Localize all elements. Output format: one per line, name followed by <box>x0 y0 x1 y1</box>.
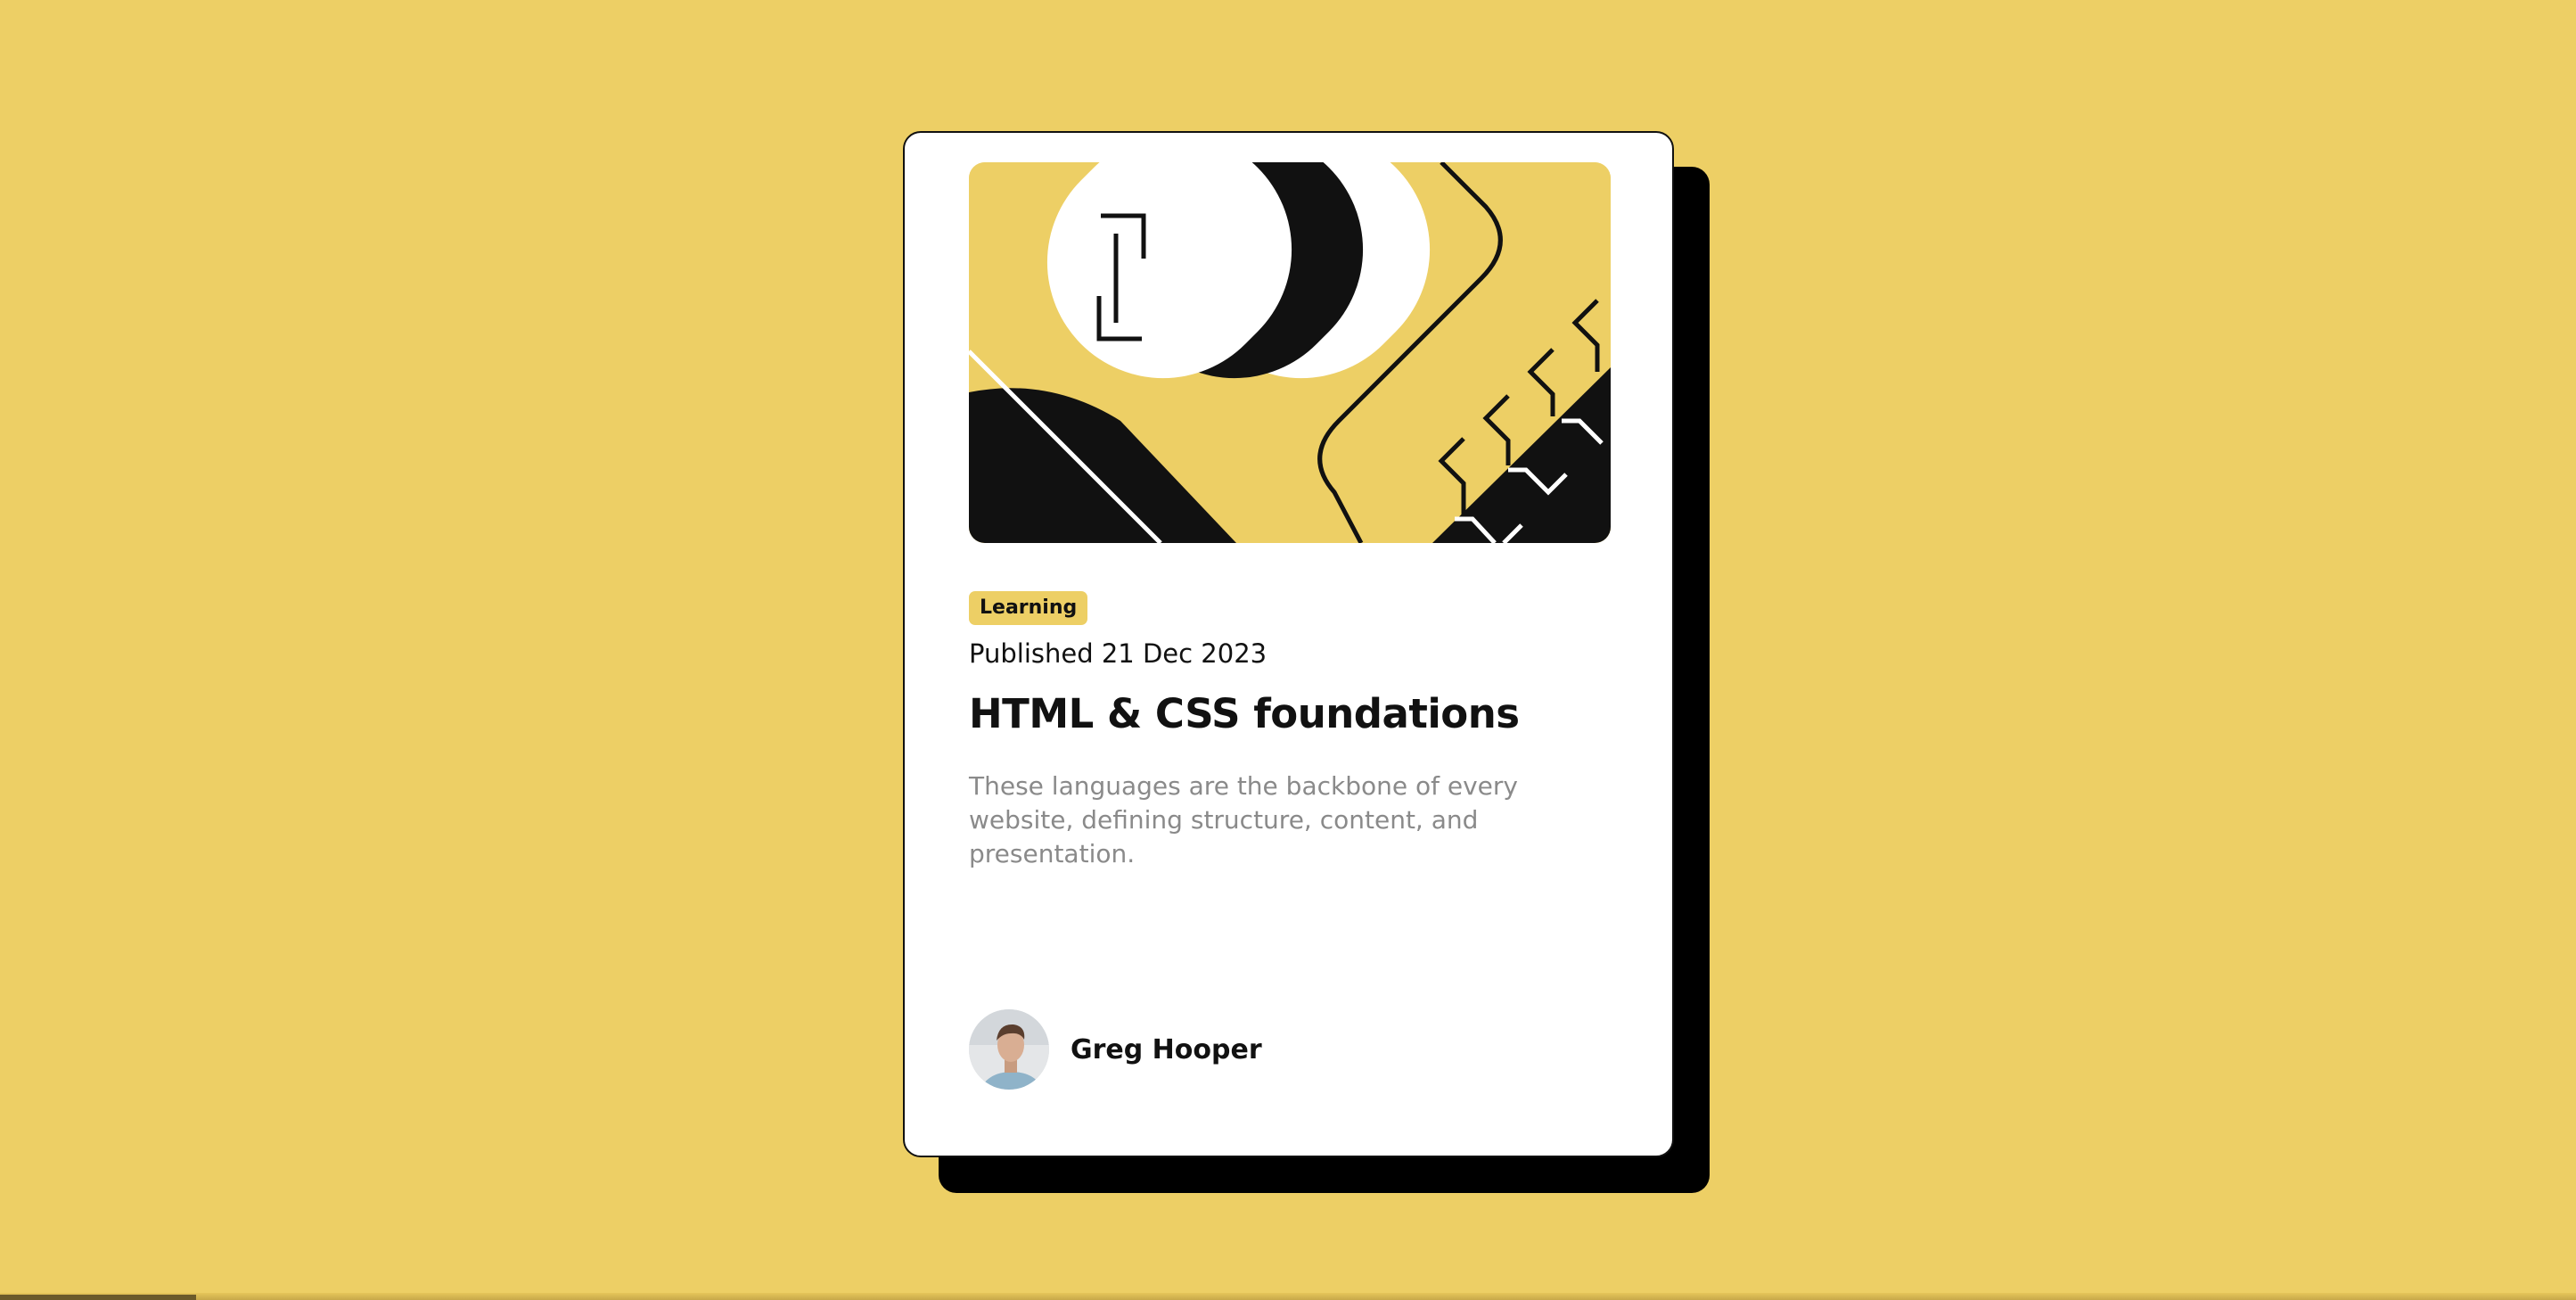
page-bottom-edge <box>0 1293 2576 1300</box>
author-avatar <box>969 1009 1049 1090</box>
article-illustration <box>969 162 1611 543</box>
author: Greg Hooper <box>969 1008 1262 1090</box>
page-bottom-edge-left <box>0 1295 196 1300</box>
category-tag: Learning <box>969 591 1088 625</box>
blog-preview-card[interactable]: Learning Published 21 Dec 2023 HTML & CS… <box>903 131 1674 1157</box>
published-date: Published 21 Dec 2023 <box>969 638 1267 669</box>
author-name[interactable]: Greg Hooper <box>1071 1034 1262 1066</box>
article-description: These languages are the backbone of ever… <box>969 771 1518 868</box>
article-title[interactable]: HTML & CSS foundations <box>969 687 1520 741</box>
